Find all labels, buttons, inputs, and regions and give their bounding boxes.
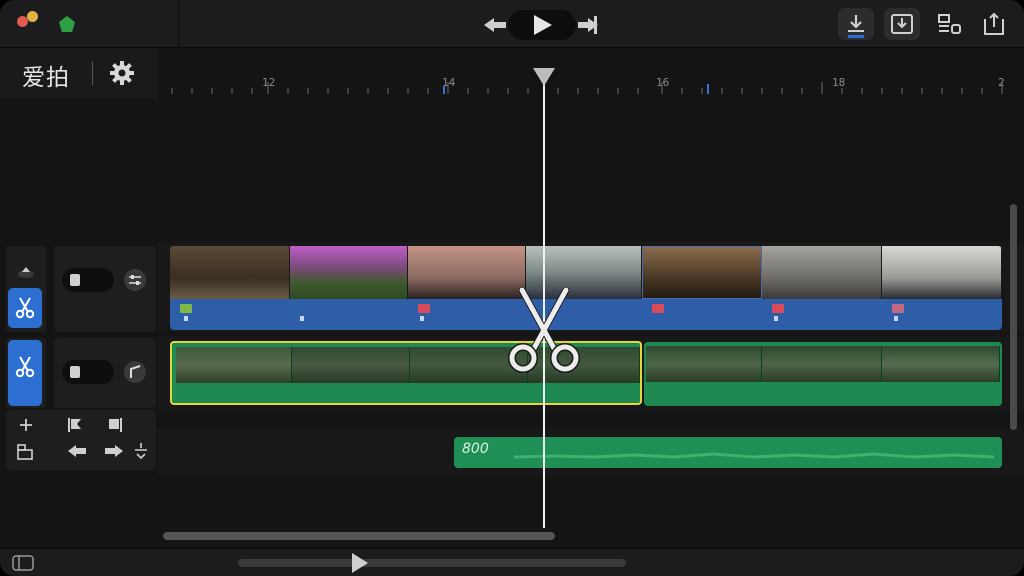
vertical-scrollbar[interactable] — [1010, 204, 1017, 430]
audio-waveform — [514, 452, 994, 459]
ruler-label: 2 — [998, 76, 1005, 89]
green-frame — [646, 346, 762, 382]
green-track-cut-button[interactable] — [8, 340, 42, 406]
app-brand: 爱拍 — [22, 65, 70, 91]
toolbar-divider — [178, 0, 179, 48]
toggle-icon — [70, 366, 80, 378]
editor-window: 爱拍 12 14 16 18 2 800 — [0, 0, 1024, 576]
clip-marker — [772, 304, 784, 313]
split-icon[interactable] — [132, 442, 150, 460]
transport-controls — [480, 10, 604, 40]
video-track-tool-column — [6, 246, 46, 332]
stack-icon[interactable] — [16, 443, 34, 461]
minimize-window-button[interactable] — [27, 11, 38, 22]
step-forward-icon[interactable] — [574, 13, 604, 37]
green-frame — [292, 347, 410, 383]
green-track-tool-column — [6, 338, 46, 408]
layout-button[interactable] — [932, 8, 968, 40]
arrow-left-icon[interactable] — [66, 443, 88, 459]
zoom-slider[interactable] — [238, 559, 626, 567]
timeline-ruler[interactable] — [158, 72, 1024, 102]
green-frame — [176, 347, 292, 383]
gear-icon[interactable] — [109, 60, 135, 86]
clip-marker — [652, 304, 664, 313]
import-button[interactable] — [838, 8, 874, 40]
ruler-label: 14 — [442, 76, 456, 89]
top-toolbar — [0, 0, 1024, 48]
scissors-icon — [508, 288, 580, 373]
mixer-button[interactable] — [124, 269, 146, 291]
video-frame — [642, 246, 762, 299]
video-clip-strip[interactable] — [170, 246, 1002, 330]
clip-marker — [418, 304, 430, 313]
video-track-toggle[interactable] — [62, 268, 114, 292]
clip-sub-marker — [774, 316, 778, 321]
green-frame — [882, 346, 1000, 382]
green-clip[interactable] — [644, 342, 1002, 406]
curve-icon — [130, 365, 141, 378]
video-track-options — [54, 246, 156, 332]
flag-out-icon[interactable] — [106, 416, 124, 434]
sidebar-toggle-icon[interactable] — [12, 555, 34, 571]
mixer-icon — [129, 275, 141, 285]
brand-divider — [92, 61, 93, 85]
video-track-cut-button[interactable] — [8, 288, 42, 328]
zoom-slider-knob[interactable] — [352, 553, 368, 573]
clip-sub-marker — [894, 316, 898, 321]
add-icon[interactable] — [18, 417, 34, 433]
zoom-window-button[interactable] — [59, 16, 75, 32]
scissors-icon — [15, 297, 35, 319]
toggle-icon — [70, 274, 80, 286]
play-icon[interactable] — [528, 13, 556, 37]
share-icon — [984, 12, 1004, 35]
audio-clip-label: 800 — [462, 441, 489, 457]
video-frame — [882, 246, 1002, 299]
audio-clip[interactable]: 800 — [454, 437, 1002, 468]
horizontal-scrollbar[interactable] — [163, 532, 555, 540]
ruler-label: 18 — [832, 76, 846, 89]
video-frame — [170, 246, 290, 299]
eject-icon[interactable] — [17, 264, 35, 278]
video-frame — [762, 246, 882, 299]
edit-tools — [6, 410, 156, 470]
arrow-right-icon[interactable] — [103, 443, 125, 459]
step-back-icon[interactable] — [480, 13, 510, 37]
export-frame-button[interactable] — [884, 8, 920, 40]
green-track-options — [54, 338, 156, 408]
clip-sub-marker — [184, 316, 188, 321]
export-frame-icon — [891, 14, 913, 34]
clip-sub-marker — [300, 316, 304, 321]
green-frame — [762, 346, 882, 382]
playhead-handle[interactable] — [533, 68, 555, 86]
ruler-label: 16 — [656, 76, 670, 89]
flag-in-icon[interactable] — [66, 416, 84, 434]
share-button[interactable] — [976, 8, 1012, 40]
green-track-toggle[interactable] — [62, 360, 114, 384]
clip-marker — [180, 304, 192, 313]
video-frame — [290, 246, 408, 299]
ruler-label: 12 — [262, 76, 276, 89]
clip-marker — [892, 304, 904, 313]
import-icon — [848, 15, 864, 38]
clip-sub-marker — [420, 316, 424, 321]
curve-button[interactable] — [124, 361, 146, 383]
bottom-bar — [0, 548, 1024, 576]
layout-icon — [938, 14, 961, 34]
scissors-icon — [15, 356, 35, 378]
